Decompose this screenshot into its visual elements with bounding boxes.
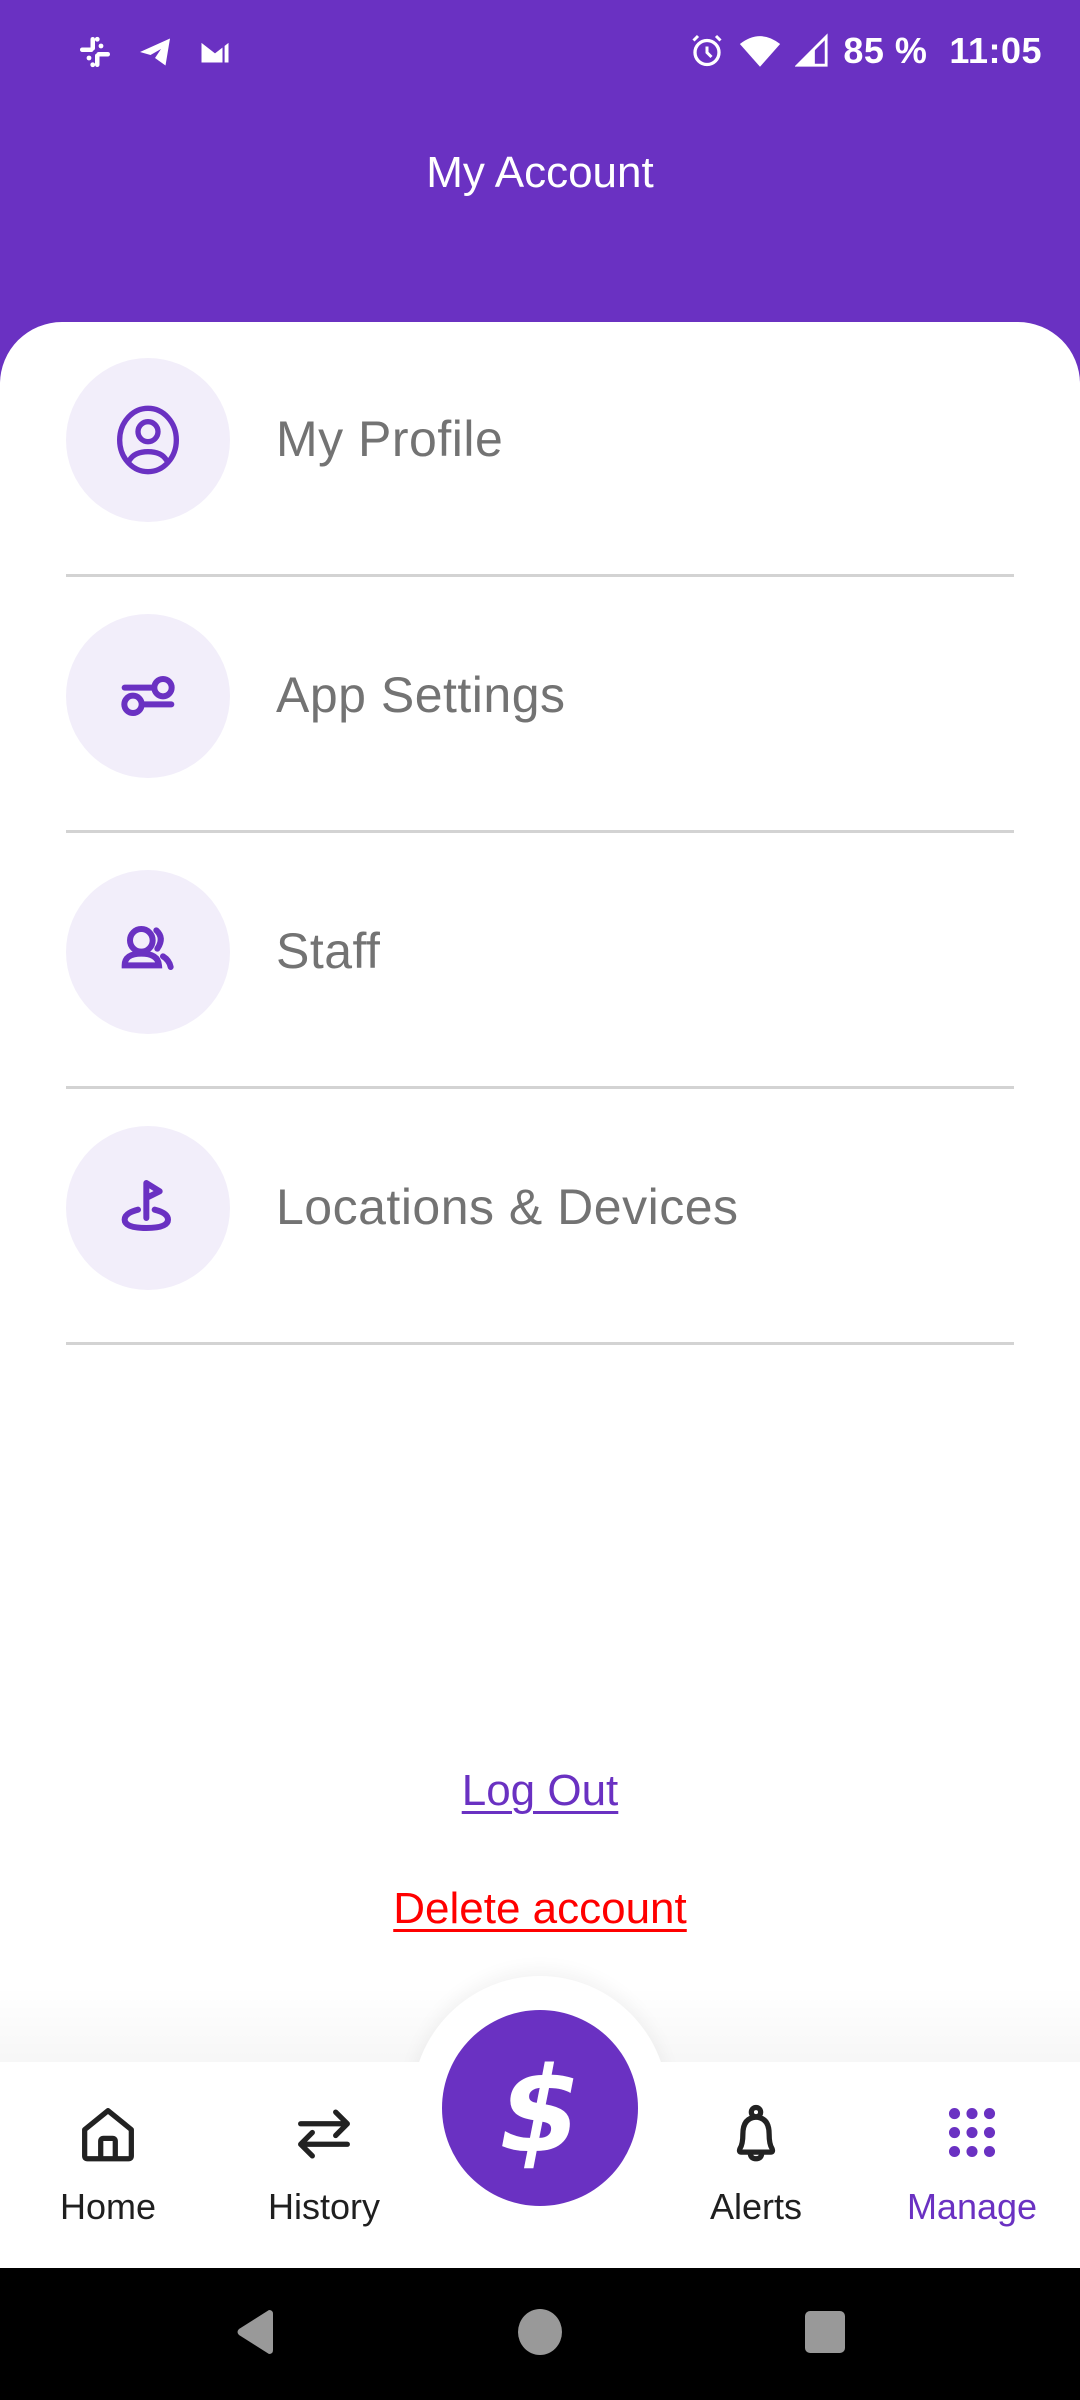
slack-icon	[76, 34, 114, 70]
notification-icons	[76, 34, 234, 70]
location-flag-icon	[108, 1168, 188, 1248]
delete-account-link[interactable]: Delete account	[393, 1884, 687, 1934]
nav-label: Home	[59, 2186, 157, 2227]
menu-item-app-settings[interactable]: App Settings	[66, 614, 1014, 870]
menu-item-label: My Profile	[276, 411, 504, 467]
home-circle-icon	[517, 2308, 563, 2361]
menu-icon-container	[66, 358, 230, 522]
page-title: My Account	[426, 148, 654, 197]
grid-dots-icon	[937, 2062, 1007, 2170]
nav-alerts[interactable]: Alerts	[648, 2062, 864, 2268]
gmail-icon	[196, 34, 234, 70]
bell-icon	[721, 2062, 791, 2170]
menu-item-staff[interactable]: Staff	[66, 870, 1014, 1126]
signal-icon	[795, 33, 829, 69]
status-bar: 85 % 11:05	[0, 0, 1080, 105]
nav-label: History	[267, 2186, 380, 2227]
menu-item-label: Locations & Devices	[276, 1179, 739, 1235]
dollar-icon: $	[498, 2041, 582, 2179]
system-nav-bar	[0, 2268, 1080, 2400]
nav-label: Alerts	[709, 2186, 803, 2227]
alarm-icon	[689, 33, 725, 69]
logout-link[interactable]: Log Out	[462, 1766, 619, 1816]
menu-item-label: App Settings	[276, 667, 566, 723]
battery-level: 85 %	[843, 30, 928, 71]
telegram-icon	[136, 34, 174, 70]
menu-icon-container	[66, 1126, 230, 1290]
menu-item-my-profile[interactable]: My Profile	[66, 358, 1014, 614]
divider	[66, 830, 1014, 833]
nav-home[interactable]: Home	[0, 2062, 216, 2268]
nav-history[interactable]: History	[216, 2062, 432, 2268]
system-status: 85 % 11:05	[689, 30, 1042, 72]
clock: 11:05	[949, 30, 1042, 71]
menu-icon-container	[66, 870, 230, 1034]
menu-item-label: Staff	[276, 923, 381, 979]
system-back-button[interactable]	[210, 2268, 300, 2400]
recents-square-icon	[804, 2310, 846, 2359]
wifi-icon	[739, 33, 781, 69]
menu-icon-container	[66, 614, 230, 778]
system-home-button[interactable]	[495, 2268, 585, 2400]
swap-arrows-icon	[289, 2062, 359, 2170]
user-circle-icon	[108, 400, 188, 480]
users-icon	[108, 912, 188, 992]
divider	[66, 1086, 1014, 1089]
nav-label: Manage	[906, 2186, 1038, 2227]
system-recents-button[interactable]	[780, 2268, 870, 2400]
divider	[66, 574, 1014, 577]
menu-list: My Profile App Settings Staff Locations …	[66, 358, 1014, 1382]
sliders-icon	[108, 656, 188, 736]
back-triangle-icon	[233, 2308, 277, 2361]
divider	[66, 1342, 1014, 1345]
nav-manage[interactable]: Manage	[864, 2062, 1080, 2268]
payment-fab-button[interactable]: $	[442, 2010, 638, 2206]
home-icon	[73, 2062, 143, 2170]
menu-item-locations-devices[interactable]: Locations & Devices	[66, 1126, 1014, 1382]
